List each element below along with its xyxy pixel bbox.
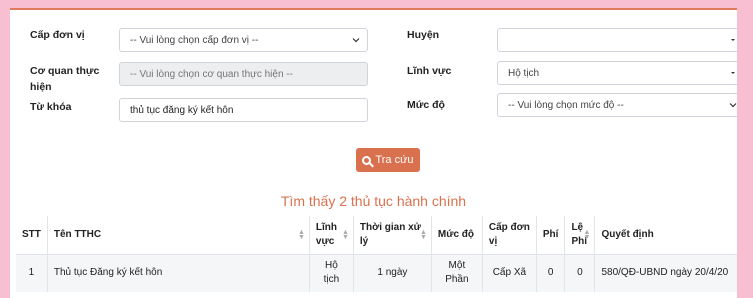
linh-vuc-select[interactable]: Hộ tịch (497, 61, 737, 85)
cell-thoi-gian: 1 ngày (353, 254, 432, 292)
cell-cap: Cấp Xã (482, 254, 537, 292)
table-header-row: STT Tên TTHC ▲ ▼ Lĩnh vực ▲ ▼ Thời gian xử lý… (16, 216, 737, 255)
tu-khoa-label: Từ khóa (30, 101, 72, 113)
results-table: STT Tên TTHC ▲ ▼ Lĩnh vực ▲ ▼ Thời gian xử lý… (16, 216, 737, 292)
sort-icon: ▲ ▼ (341, 229, 349, 241)
cell-ten[interactable]: Thủ tục Đăng ký kết hôn (47, 254, 310, 292)
cell-muc-do: Một Phần (431, 254, 483, 292)
header-phi[interactable]: Phí (536, 216, 566, 255)
muc-do-label: Mức độ (407, 99, 445, 111)
sort-icon: ▲ ▼ (297, 229, 305, 241)
cell-stt: 1 (16, 254, 48, 292)
search-button-label: Tra cứu (375, 154, 414, 166)
tu-khoa-value: thủ tục đăng ký kết hôn (130, 104, 234, 116)
header-stt[interactable]: STT (16, 216, 48, 255)
co-quan-select[interactable]: -- Vui lòng chọn cơ quan thực hiện -- (119, 62, 368, 86)
chevron-down-icon (352, 38, 360, 43)
cell-phi: 0 (536, 254, 566, 292)
header-thoi-gian[interactable]: Thời gian xử lý ▲ ▼ (353, 216, 432, 255)
header-le-phi[interactable]: Lệ Phí ▲ ▼ (564, 216, 596, 255)
huyen-select[interactable] (497, 28, 737, 52)
chevron-down-icon (731, 72, 735, 74)
sort-icon: ▲ ▼ (419, 229, 427, 241)
chevron-down-icon (729, 103, 737, 108)
cap-don-vi-value: -- Vui lòng chọn cấp đơn vị -- (130, 34, 259, 46)
cell-quyet-dinh[interactable]: 580/QĐ-UBND ngày 20/4/20 (594, 254, 737, 292)
search-panel: Cấp đơn vị -- Vui lòng chọn cấp đơn vị -… (10, 8, 737, 298)
sort-icon: ▲ ▼ (583, 229, 591, 241)
linh-vuc-label: Lĩnh vực (407, 65, 452, 77)
co-quan-label-line2: hiện (30, 81, 52, 93)
table-row[interactable]: 1 Thủ tục Đăng ký kết hôn Hộ tịch 1 ngày… (16, 254, 737, 292)
cell-linh-vuc: Hộ tịch (309, 254, 354, 292)
linh-vuc-value: Hộ tịch (508, 67, 540, 79)
muc-do-select[interactable]: -- Vui lòng chọn mức độ -- (497, 93, 737, 117)
header-muc-do[interactable]: Mức độ (431, 216, 483, 255)
cap-don-vi-select[interactable]: -- Vui lòng chọn cấp đơn vị -- (119, 28, 368, 52)
co-quan-value: -- Vui lòng chọn cơ quan thực hiện -- (130, 68, 293, 80)
cap-don-vi-label: Cấp đơn vị (30, 29, 85, 41)
header-linh-vuc[interactable]: Lĩnh vực ▲ ▼ (309, 216, 354, 255)
header-ten[interactable]: Tên TTHC ▲ ▼ (47, 216, 310, 255)
chevron-down-icon (731, 39, 735, 41)
cell-le-phi: 0 (564, 254, 596, 292)
tu-khoa-input[interactable]: thủ tục đăng ký kết hôn (119, 98, 368, 122)
search-icon (362, 155, 372, 165)
huyen-label: Huyện (407, 29, 440, 41)
header-quyet-dinh[interactable]: Quyết định (594, 216, 737, 255)
search-button[interactable]: Tra cứu (356, 148, 420, 172)
muc-do-value: -- Vui lòng chọn mức độ -- (508, 99, 624, 111)
co-quan-label-line1: Cơ quan thực (30, 65, 100, 77)
header-cap-don-vi[interactable]: Cấp đơn vị (482, 216, 537, 255)
result-count: Tìm thấy 2 thủ tục hành chính (280, 193, 467, 209)
